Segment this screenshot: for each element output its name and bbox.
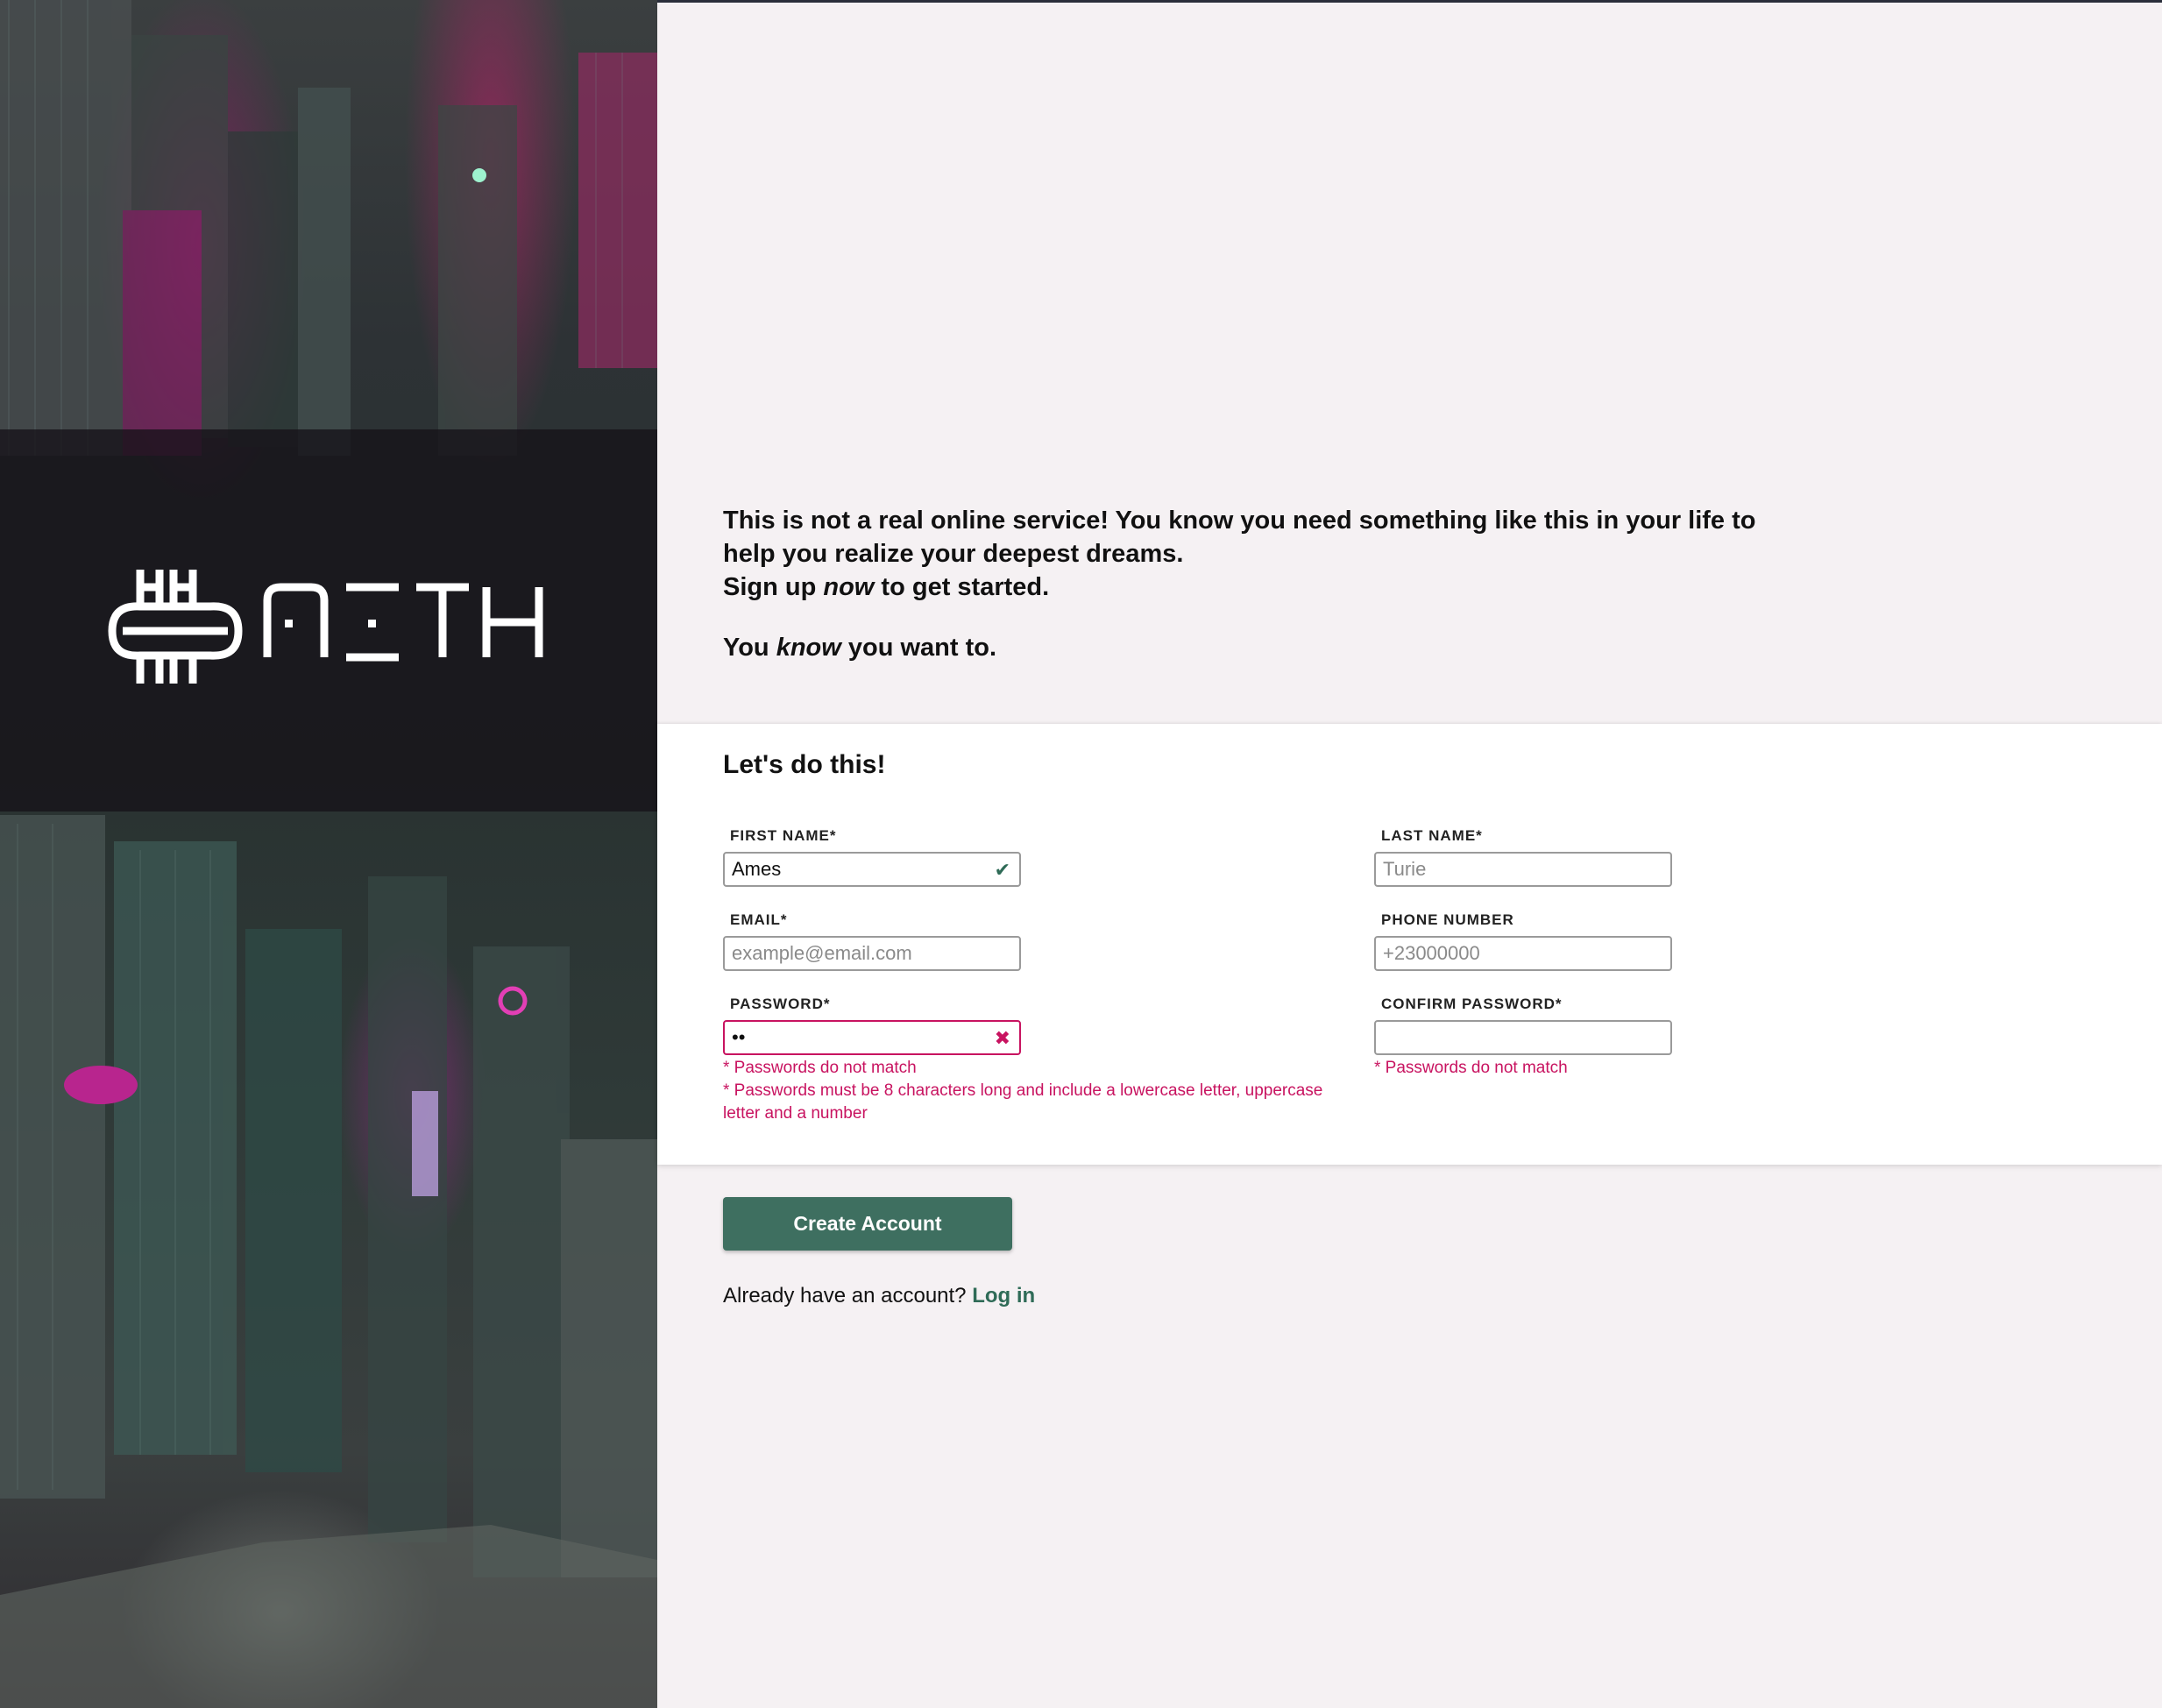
password-errors: * Passwords do not match * Passwords mus… bbox=[723, 1057, 1322, 1125]
last-name-field: LAST NAME* bbox=[1374, 827, 1672, 887]
phone-input[interactable] bbox=[1376, 938, 1637, 969]
password-error-rules: * Passwords must be 8 characters long an… bbox=[723, 1081, 1323, 1123]
last-name-input[interactable] bbox=[1376, 854, 1637, 885]
first-name-input-wrap: ✔ bbox=[723, 852, 1021, 887]
check-icon: ✔ bbox=[994, 859, 1010, 881]
confirm-password-label: CONFIRM PASSWORD* bbox=[1381, 996, 1563, 1012]
password-input[interactable] bbox=[725, 1022, 986, 1053]
phone-field: PHONE NUMBER bbox=[1374, 911, 1672, 971]
phone-input-wrap bbox=[1374, 936, 1672, 971]
form-title: Let's do this! bbox=[723, 750, 886, 779]
password-field: PASSWORD* ✖ * Passwords do not match * P… bbox=[723, 996, 1322, 1125]
password-error-mismatch: * Passwords do not match bbox=[723, 1059, 917, 1077]
confirm-password-field: CONFIRM PASSWORD* * Passwords do not mat… bbox=[1374, 996, 1672, 1080]
first-name-label: FIRST NAME* bbox=[730, 827, 837, 844]
intro-text: This is not a real online service! You k… bbox=[723, 504, 1775, 664]
last-name-label: LAST NAME* bbox=[1381, 827, 1483, 844]
error-x-icon: ✖ bbox=[994, 1027, 1010, 1049]
email-input-wrap bbox=[723, 936, 1021, 971]
email-field: EMAIL* bbox=[723, 911, 1021, 971]
intro-line-3: You know you want to. bbox=[723, 634, 997, 662]
confirm-password-input-wrap bbox=[1374, 1020, 1672, 1055]
last-name-input-wrap bbox=[1374, 852, 1672, 887]
confirm-password-input[interactable] bbox=[1376, 1022, 1637, 1053]
signup-form: Let's do this! FIRST NAME* ✔ LAST NAME* … bbox=[657, 724, 2162, 1165]
aeth-logo bbox=[108, 570, 543, 684]
confirm-password-error-mismatch: * Passwords do not match bbox=[1374, 1059, 1568, 1077]
logo-band bbox=[0, 429, 657, 811]
hero-artwork bbox=[0, 0, 657, 1708]
create-account-button[interactable]: Create Account bbox=[723, 1197, 1012, 1251]
email-label: EMAIL* bbox=[730, 911, 788, 928]
cityscape-illustration bbox=[0, 0, 657, 1708]
first-name-input[interactable] bbox=[725, 854, 986, 885]
confirm-password-errors: * Passwords do not match bbox=[1374, 1057, 1672, 1080]
intro-line-1: This is not a real online service! You k… bbox=[723, 507, 1756, 568]
login-prompt-text: Already have an account? bbox=[723, 1284, 967, 1308]
password-label: PASSWORD* bbox=[730, 996, 831, 1012]
email-input[interactable] bbox=[725, 938, 986, 969]
login-prompt: Already have an account? Log in bbox=[723, 1284, 1035, 1308]
first-name-field: FIRST NAME* ✔ bbox=[723, 827, 1021, 887]
intro-line-2: Sign up now to get started. bbox=[723, 573, 1050, 601]
login-link[interactable]: Log in bbox=[972, 1284, 1035, 1308]
password-input-wrap: ✖ bbox=[723, 1020, 1021, 1055]
phone-label: PHONE NUMBER bbox=[1381, 911, 1514, 928]
